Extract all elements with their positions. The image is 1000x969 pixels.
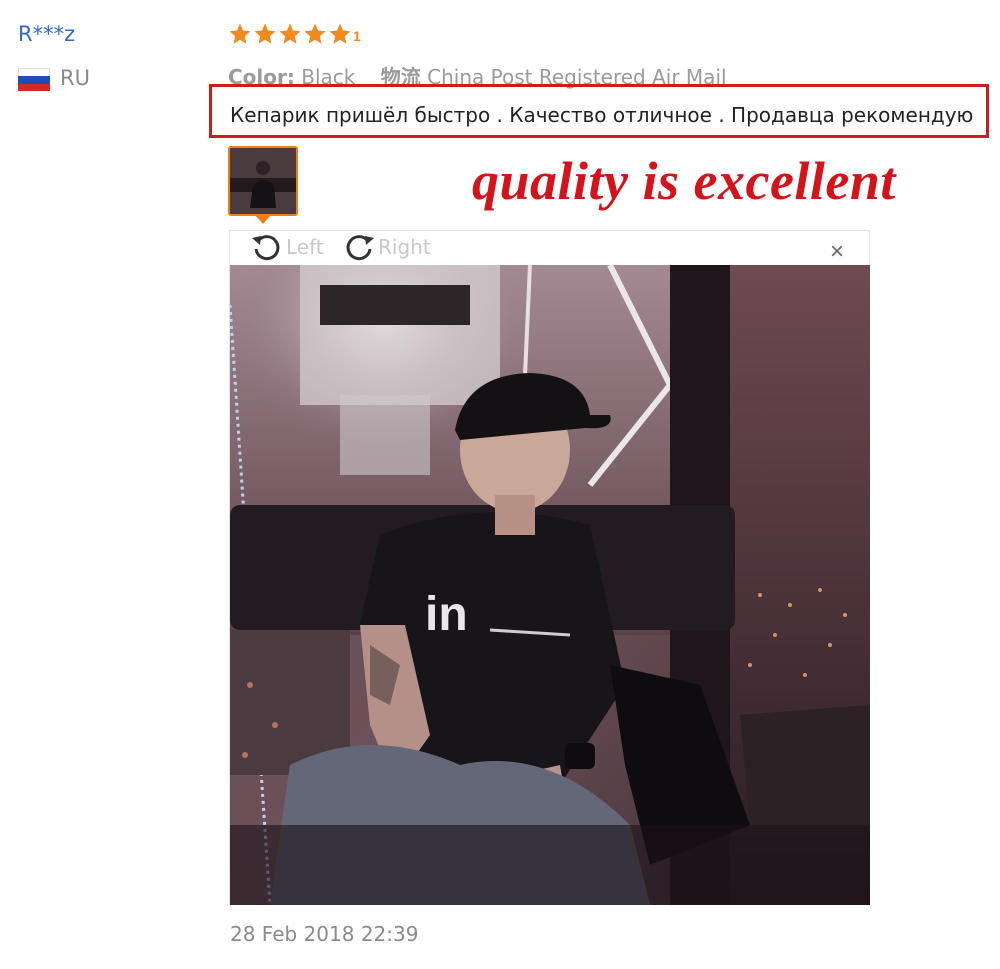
- svg-text:in: in: [425, 588, 468, 641]
- star-icon: [254, 23, 276, 44]
- star-icon: [304, 23, 326, 44]
- rotate-left-label: Left: [286, 235, 324, 259]
- thumbnail-pointer: [255, 215, 271, 224]
- country-flag-icon: [18, 68, 50, 91]
- star-icon: [279, 23, 301, 44]
- annotation-text: quality is excellent: [472, 151, 896, 211]
- reviewer-name: R***z: [18, 22, 76, 46]
- rotate-left-button[interactable]: Left: [250, 232, 324, 262]
- star-icon: [329, 23, 351, 44]
- close-viewer-button[interactable]: ×: [830, 240, 844, 264]
- rotate-left-icon: [252, 235, 280, 261]
- star-rating: 1: [228, 22, 361, 50]
- reviewer-country: RU: [60, 66, 90, 90]
- review-text: Кепарик пришёл быстро . Качество отлично…: [230, 103, 974, 127]
- rotate-right-icon: [346, 235, 374, 261]
- review-photo-thumbnail[interactable]: [228, 146, 298, 216]
- rotate-right-button[interactable]: Right: [342, 232, 431, 262]
- rating-tail: 1: [353, 28, 361, 44]
- review-photo: in: [230, 265, 870, 905]
- thumbnail-photo-icon: [230, 148, 296, 214]
- review-photo-image: in: [230, 265, 870, 905]
- review-date: 28 Feb 2018 22:39: [230, 922, 419, 946]
- rotate-right-label: Right: [378, 235, 431, 259]
- star-icon: [229, 23, 251, 44]
